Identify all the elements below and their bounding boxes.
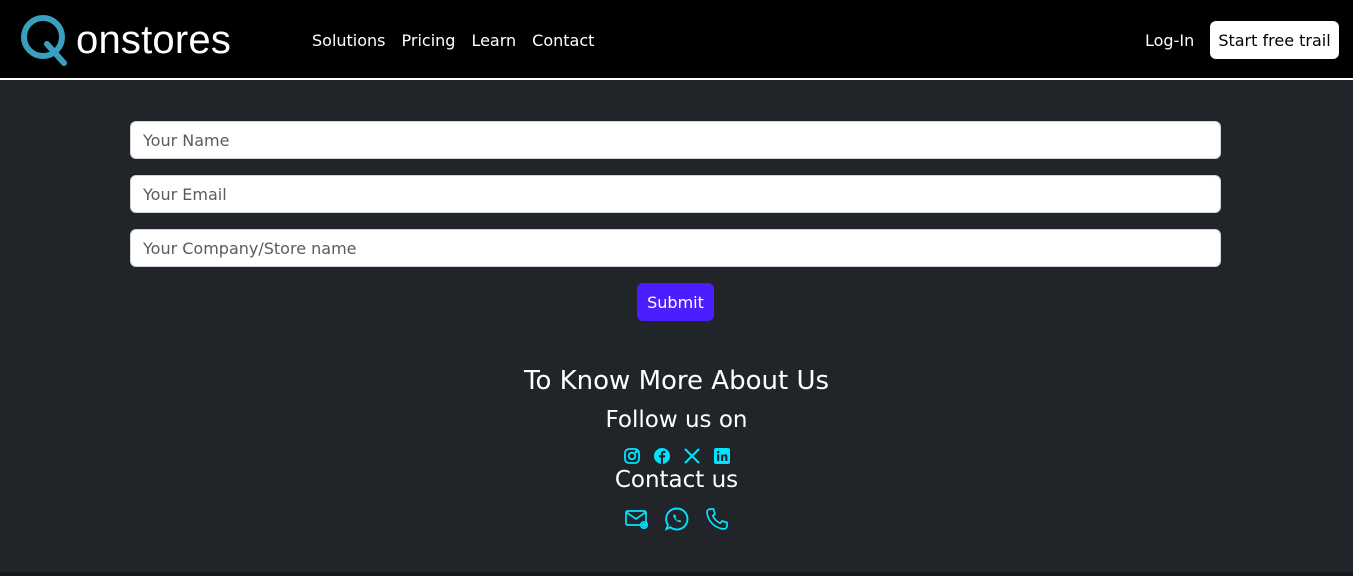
logo-q-icon: [20, 14, 70, 66]
start-trial-button[interactable]: Start free trail: [1210, 21, 1339, 59]
brand-name: onstores: [76, 18, 232, 62]
company-input[interactable]: [130, 229, 1221, 267]
login-link[interactable]: Log-In: [1145, 0, 1194, 80]
social-links: [0, 447, 1353, 465]
facebook-icon[interactable]: [653, 447, 671, 465]
follow-title: Follow us on: [605, 407, 748, 433]
x-icon[interactable]: [683, 447, 701, 465]
brand-logo[interactable]: onstores: [20, 14, 231, 66]
footer-edge: [0, 572, 1353, 576]
instagram-icon[interactable]: [623, 447, 641, 465]
contact-title: Contact us: [614, 467, 739, 493]
about-title: To Know More About Us: [523, 366, 830, 396]
nav-solutions[interactable]: Solutions: [312, 31, 386, 50]
linkedin-icon[interactable]: [713, 447, 731, 465]
contact-links: [0, 506, 1353, 532]
nav-pricing[interactable]: Pricing: [402, 31, 456, 50]
nav-contact[interactable]: Contact: [532, 31, 594, 50]
email-input[interactable]: [130, 175, 1221, 213]
whatsapp-icon[interactable]: [664, 506, 690, 532]
main-nav: Solutions Pricing Learn Contact: [312, 0, 594, 80]
submit-button[interactable]: Submit: [637, 283, 714, 321]
phone-icon[interactable]: [704, 506, 730, 532]
email-icon[interactable]: [624, 506, 650, 532]
navbar: onstores Solutions Pricing Learn Contact…: [0, 0, 1353, 80]
name-input[interactable]: [130, 121, 1221, 159]
nav-learn[interactable]: Learn: [471, 31, 516, 50]
